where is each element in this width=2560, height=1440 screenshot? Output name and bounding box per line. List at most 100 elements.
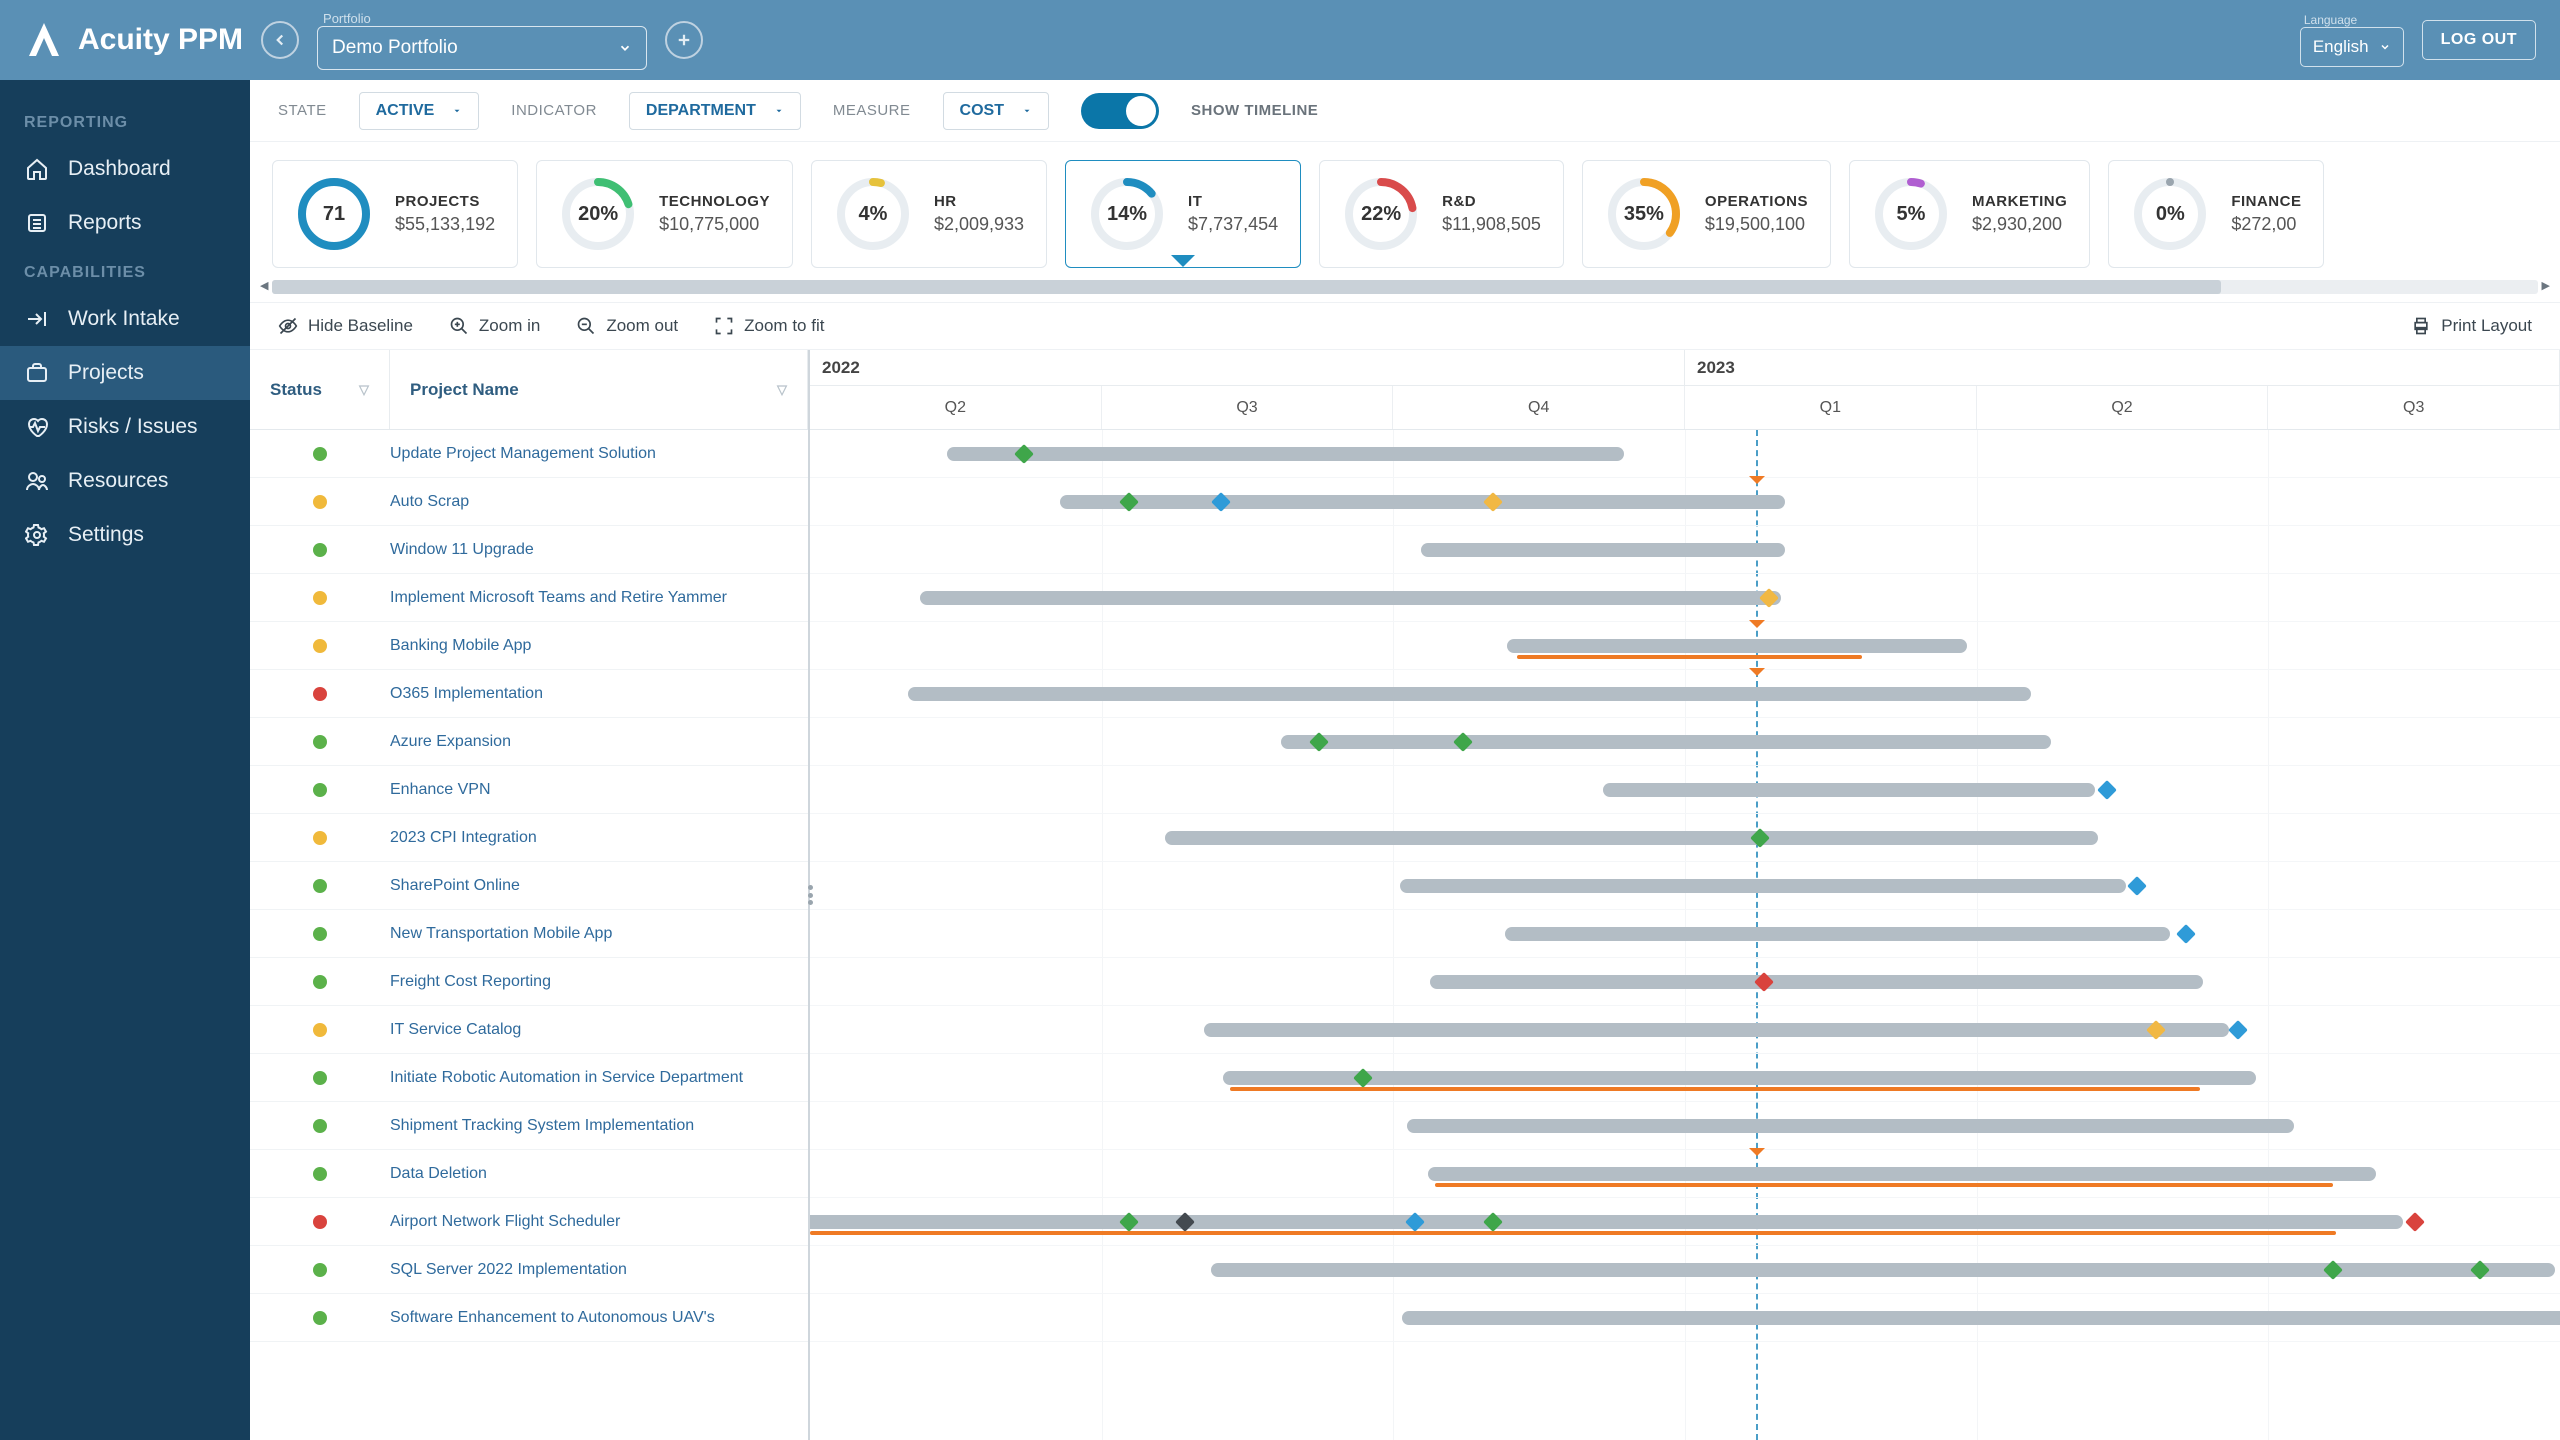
print-layout-button[interactable]: Print Layout: [2411, 316, 2532, 336]
header-name-cell[interactable]: Project Name ▽: [390, 350, 808, 429]
zoom-out-button[interactable]: Zoom out: [576, 316, 678, 336]
milestone-icon[interactable]: [2228, 1020, 2248, 1040]
scroll-left-icon[interactable]: ◀: [260, 279, 268, 292]
sidebar-item-projects[interactable]: Projects: [0, 346, 250, 400]
table-row[interactable]: Shipment Tracking System Implementation: [250, 1102, 808, 1150]
kpi-card-hr[interactable]: 4% HR $2,009,933: [811, 160, 1047, 268]
zoom-in-button[interactable]: Zoom in: [449, 316, 540, 336]
filter-state-select[interactable]: ACTIVE: [359, 92, 480, 130]
project-name-link[interactable]: Shipment Tracking System Implementation: [390, 1117, 808, 1135]
back-button[interactable]: [261, 21, 299, 59]
gantt-bar[interactable]: [1223, 1071, 2256, 1085]
sidebar-item-resources[interactable]: Resources: [0, 454, 250, 508]
project-name-link[interactable]: Initiate Robotic Automation in Service D…: [390, 1069, 808, 1087]
status-cell: [250, 1311, 390, 1325]
project-name-link[interactable]: Freight Cost Reporting: [390, 973, 808, 991]
gantt-bar[interactable]: [1507, 639, 1967, 653]
zoom-fit-button[interactable]: Zoom to fit: [714, 316, 824, 336]
timeline-toggle[interactable]: [1081, 93, 1159, 129]
project-name-link[interactable]: SharePoint Online: [390, 877, 808, 895]
sidebar-item-reports[interactable]: Reports: [0, 196, 250, 250]
gantt-bar[interactable]: [1430, 975, 2204, 989]
milestone-icon[interactable]: [2097, 780, 2117, 800]
project-name-link[interactable]: Azure Expansion: [390, 733, 808, 751]
gantt-bar[interactable]: [947, 447, 1624, 461]
milestone-icon[interactable]: [2127, 876, 2147, 896]
project-name-link[interactable]: Update Project Management Solution: [390, 445, 808, 463]
table-row[interactable]: Azure Expansion: [250, 718, 808, 766]
sidebar-item-risks-issues[interactable]: Risks / Issues: [0, 400, 250, 454]
kpi-card-projects[interactable]: 71 PROJECTS $55,133,192: [272, 160, 518, 268]
table-row[interactable]: New Transportation Mobile App: [250, 910, 808, 958]
project-name-link[interactable]: Window 11 Upgrade: [390, 541, 808, 559]
table-row[interactable]: Window 11 Upgrade: [250, 526, 808, 574]
gantt-bar[interactable]: [920, 591, 1781, 605]
header-status-cell[interactable]: Status ▽: [250, 350, 390, 429]
milestone-icon[interactable]: [2176, 924, 2196, 944]
project-name-link[interactable]: Enhance VPN: [390, 781, 808, 799]
scroll-thumb[interactable]: [272, 280, 2221, 294]
logout-button[interactable]: LOG OUT: [2422, 20, 2536, 60]
gantt-bar[interactable]: [1421, 543, 1785, 557]
project-name-link[interactable]: 2023 CPI Integration: [390, 829, 808, 847]
language-selector[interactable]: English: [2300, 27, 2404, 67]
filter-measure-select[interactable]: COST: [943, 92, 1049, 130]
table-row[interactable]: Airport Network Flight Scheduler: [250, 1198, 808, 1246]
table-row[interactable]: O365 Implementation: [250, 670, 808, 718]
project-name-link[interactable]: Auto Scrap: [390, 493, 808, 511]
zoom-out-icon: [576, 316, 596, 336]
gantt-bar[interactable]: [1211, 1263, 2555, 1277]
project-name-link[interactable]: Software Enhancement to Autonomous UAV's: [390, 1309, 808, 1327]
project-name-link[interactable]: Data Deletion: [390, 1165, 808, 1183]
project-name-link[interactable]: Implement Microsoft Teams and Retire Yam…: [390, 589, 808, 607]
hide-baseline-button[interactable]: Hide Baseline: [278, 316, 413, 336]
project-name-link[interactable]: Banking Mobile App: [390, 637, 808, 655]
gantt-bar[interactable]: [1281, 735, 2051, 749]
table-row[interactable]: Freight Cost Reporting: [250, 958, 808, 1006]
gantt-bar[interactable]: [810, 1215, 2403, 1229]
project-name-link[interactable]: New Transportation Mobile App: [390, 925, 808, 943]
table-row[interactable]: Update Project Management Solution: [250, 430, 808, 478]
table-row[interactable]: SQL Server 2022 Implementation: [250, 1246, 808, 1294]
sidebar-item-work-intake[interactable]: Work Intake: [0, 292, 250, 346]
gantt-bar[interactable]: [1204, 1023, 2230, 1037]
gantt-bar[interactable]: [1402, 1311, 2560, 1325]
sidebar-item-settings[interactable]: Settings: [0, 508, 250, 562]
gantt-bar[interactable]: [1165, 831, 2098, 845]
table-row[interactable]: Data Deletion: [250, 1150, 808, 1198]
table-row[interactable]: SharePoint Online: [250, 862, 808, 910]
kpi-card-r&d[interactable]: 22% R&D $11,908,505: [1319, 160, 1564, 268]
sidebar-item-dashboard[interactable]: Dashboard: [0, 142, 250, 196]
kpi-card-finance[interactable]: 0% FINANCE $272,00: [2108, 160, 2324, 268]
gantt-bar[interactable]: [1428, 1167, 2377, 1181]
kpi-card-operations[interactable]: 35% OPERATIONS $19,500,100: [1582, 160, 1831, 268]
kpi-percent: 4%: [834, 175, 912, 253]
gantt-bar[interactable]: [908, 687, 2031, 701]
gantt-bar[interactable]: [1407, 1119, 2294, 1133]
table-row[interactable]: IT Service Catalog: [250, 1006, 808, 1054]
project-name-link[interactable]: Airport Network Flight Scheduler: [390, 1213, 808, 1231]
add-portfolio-button[interactable]: [665, 21, 703, 59]
project-name-link[interactable]: SQL Server 2022 Implementation: [390, 1261, 808, 1279]
project-name-link[interactable]: O365 Implementation: [390, 685, 808, 703]
gantt-bar[interactable]: [1603, 783, 2095, 797]
filter-indicator-select[interactable]: DEPARTMENT: [629, 92, 801, 130]
table-row[interactable]: 2023 CPI Integration: [250, 814, 808, 862]
kpi-scrollbar[interactable]: ◀ ▶: [272, 280, 2538, 294]
gantt-bar[interactable]: [1505, 927, 2170, 941]
table-row[interactable]: Auto Scrap: [250, 478, 808, 526]
gantt-bar[interactable]: [1060, 495, 1785, 509]
portfolio-selector[interactable]: Demo Portfolio: [317, 26, 647, 70]
table-row[interactable]: Enhance VPN: [250, 766, 808, 814]
table-row[interactable]: Software Enhancement to Autonomous UAV's: [250, 1294, 808, 1342]
table-row[interactable]: Initiate Robotic Automation in Service D…: [250, 1054, 808, 1102]
kpi-card-it[interactable]: 14% IT $7,737,454: [1065, 160, 1301, 268]
table-row[interactable]: Implement Microsoft Teams and Retire Yam…: [250, 574, 808, 622]
scroll-right-icon[interactable]: ▶: [2542, 279, 2550, 292]
project-name-link[interactable]: IT Service Catalog: [390, 1021, 808, 1039]
milestone-icon[interactable]: [2405, 1212, 2425, 1232]
gantt-bar[interactable]: [1400, 879, 2126, 893]
kpi-card-technology[interactable]: 20% TECHNOLOGY $10,775,000: [536, 160, 793, 268]
kpi-card-marketing[interactable]: 5% MARKETING $2,930,200: [1849, 160, 2090, 268]
table-row[interactable]: Banking Mobile App: [250, 622, 808, 670]
